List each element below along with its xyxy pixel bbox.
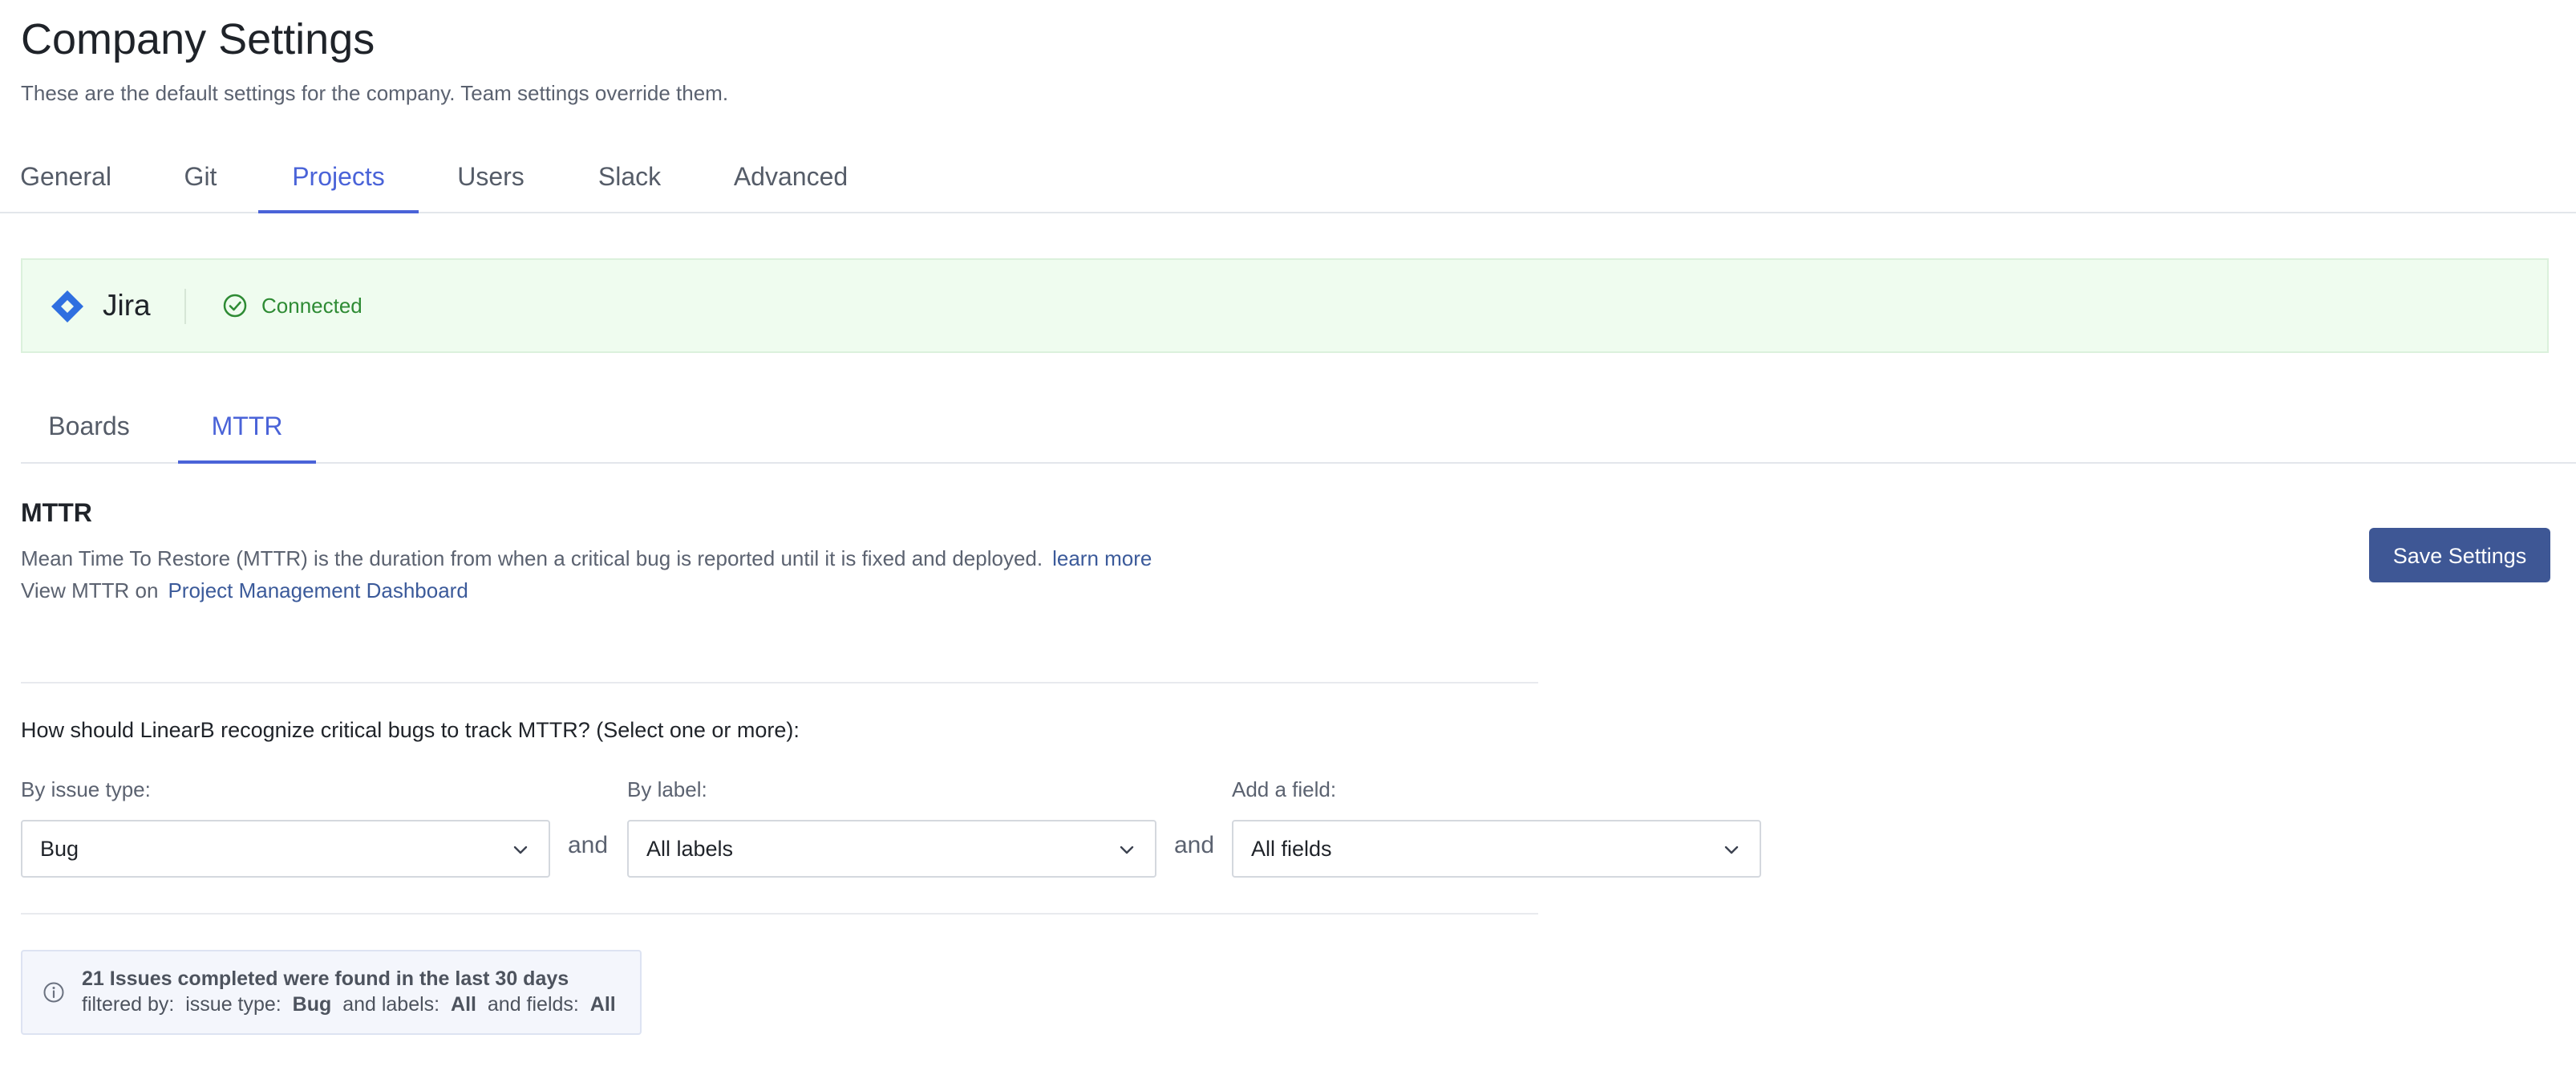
- labels-filter-value: All: [451, 993, 476, 1016]
- page-title: Company Settings: [21, 15, 375, 63]
- banner-divider: [184, 289, 186, 324]
- view-mttr-line: View MTTR on Project Management Dashboard: [21, 576, 468, 605]
- issue-type-label: By issue type:: [21, 777, 151, 801]
- check-circle-icon: [223, 294, 247, 318]
- issue-type-filter-value: Bug: [292, 993, 332, 1016]
- label-filter-label: By label:: [627, 777, 707, 801]
- sub-tab-bar: Boards MTTR: [21, 393, 2576, 464]
- company-settings-page: Company Settings These are the default s…: [0, 0, 2576, 1083]
- chevron-down-icon: [513, 846, 528, 854]
- dashboard-link[interactable]: Project Management Dashboard: [168, 578, 468, 602]
- fields-filter-value: All: [589, 993, 616, 1016]
- tab-general[interactable]: General: [0, 143, 132, 212]
- jira-diamond-icon: [51, 290, 83, 322]
- summary-title: 21 Issues completed were found in the la…: [82, 967, 569, 990]
- page-subtitle: These are the default settings for the c…: [21, 81, 729, 105]
- section-heading: MTTR: [21, 498, 92, 527]
- tab-git[interactable]: Git: [162, 143, 239, 212]
- issue-type-select[interactable]: Bug: [21, 820, 550, 878]
- and-connector: and: [1174, 832, 1215, 858]
- field-filter-label: Add a field:: [1232, 777, 1337, 801]
- and-connector: and: [568, 832, 609, 858]
- mttr-description: Mean Time To Restore (MTTR) is the durat…: [21, 546, 1043, 570]
- tab-boards[interactable]: Boards: [21, 393, 157, 462]
- tab-projects[interactable]: Projects: [258, 143, 419, 213]
- field-select[interactable]: All fields: [1232, 820, 1761, 878]
- section-divider: [21, 913, 1538, 915]
- mttr-description-line: Mean Time To Restore (MTTR) is the durat…: [21, 544, 1152, 573]
- filtered-by-text: filtered by:: [82, 993, 175, 1016]
- label-select[interactable]: All labels: [627, 820, 1156, 878]
- issue-type-value: Bug: [40, 837, 79, 861]
- save-settings-button[interactable]: Save Settings: [2369, 528, 2550, 582]
- connection-status: Connected: [261, 294, 363, 318]
- section-divider: [21, 682, 1538, 683]
- integration-name: Jira: [103, 289, 151, 322]
- issue-type-filter-label: issue type:: [185, 993, 281, 1016]
- tab-mttr[interactable]: MTTR: [178, 393, 316, 464]
- tab-advanced[interactable]: Advanced: [720, 143, 861, 212]
- mttr-question: How should LinearB recognize critical bu…: [21, 718, 800, 742]
- fields-filter-label: and fields:: [487, 993, 579, 1016]
- view-mttr-prefix: View MTTR on: [21, 578, 159, 602]
- field-value: All fields: [1251, 837, 1332, 861]
- main-tab-bar: General Git Projects Users Slack Advance…: [0, 143, 2576, 213]
- tab-users[interactable]: Users: [438, 143, 544, 212]
- integration-status-banner: Jira Connected: [21, 258, 2549, 353]
- chevron-down-icon: [1120, 846, 1134, 854]
- labels-filter-label: and labels:: [342, 993, 440, 1016]
- chevron-down-icon: [1724, 846, 1739, 854]
- info-icon: [43, 982, 64, 1003]
- learn-more-link[interactable]: learn more: [1052, 546, 1152, 570]
- tab-slack[interactable]: Slack: [585, 143, 674, 212]
- summary-filters: filtered by: issue type: Bug and labels:…: [82, 992, 616, 1017]
- label-value: All labels: [646, 837, 734, 861]
- issues-summary-box: 21 Issues completed were found in the la…: [21, 950, 642, 1035]
